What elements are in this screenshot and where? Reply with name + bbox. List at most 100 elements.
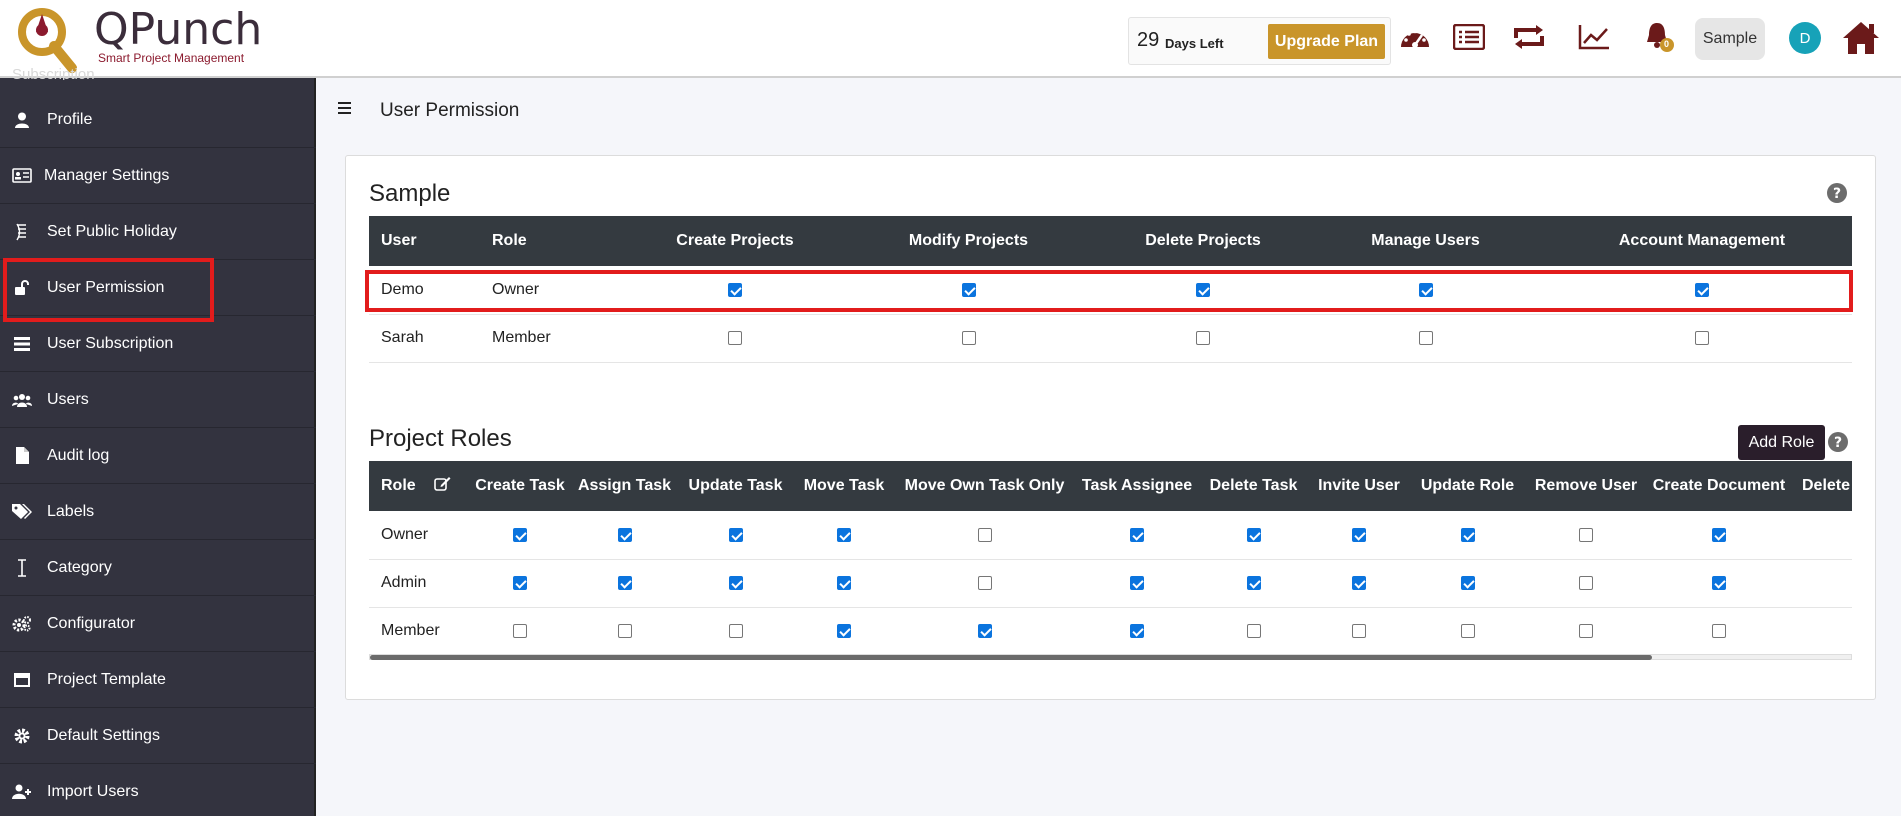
- column-header-role: Role: [369, 461, 469, 511]
- notification-bell-icon[interactable]: 0: [1641, 20, 1675, 54]
- sidebar-item-cut[interactable]: Subscription: [12, 66, 95, 80]
- hamburger-menu-icon[interactable]: [338, 101, 354, 117]
- task-list-icon[interactable]: [1452, 20, 1486, 54]
- column-header: Invite User: [1307, 461, 1411, 511]
- permission-checkbox[interactable]: [837, 575, 851, 590]
- permission-checkbox[interactable]: [1352, 575, 1366, 590]
- permission-cell: [1648, 511, 1790, 560]
- permission-checkbox[interactable]: [513, 623, 527, 638]
- gear-icon: [12, 726, 32, 746]
- permission-checkbox[interactable]: [1695, 330, 1709, 345]
- permission-checkbox[interactable]: [617, 575, 632, 590]
- permission-cell: [571, 559, 678, 608]
- permission-checkbox[interactable]: [837, 527, 851, 542]
- permission-checkbox[interactable]: [1579, 623, 1593, 638]
- permission-checkbox[interactable]: [1130, 527, 1144, 542]
- permission-checkbox[interactable]: [513, 575, 527, 590]
- sidebar-item-audit-log[interactable]: Audit log: [0, 428, 316, 484]
- permission-checkbox[interactable]: [728, 527, 743, 542]
- permission-checkbox[interactable]: [1352, 623, 1366, 638]
- permission-checkbox[interactable]: [1712, 623, 1726, 638]
- permission-checkbox[interactable]: [1130, 623, 1144, 638]
- permission-checkbox[interactable]: [1246, 575, 1261, 590]
- permission-checkbox[interactable]: [1352, 527, 1366, 542]
- sidebar-item-default-settings[interactable]: Default Settings: [0, 708, 316, 764]
- permission-checkbox[interactable]: [1246, 623, 1261, 638]
- sidebar-item-import-users[interactable]: Import Users: [0, 764, 316, 816]
- permission-cell: [1307, 607, 1411, 656]
- permission-checkbox[interactable]: [1460, 527, 1475, 542]
- sidebar-item-project-template[interactable]: Project Template: [0, 652, 316, 708]
- permission-cell: [1411, 511, 1524, 560]
- table-row: Admin: [369, 559, 1852, 608]
- qpunch-logo[interactable]: QPunch Smart Project Management: [14, 4, 262, 74]
- permission-checkbox[interactable]: [977, 575, 992, 590]
- sidebar-item-profile[interactable]: Profile: [0, 92, 316, 148]
- permission-checkbox[interactable]: [728, 575, 743, 590]
- permission-checkbox[interactable]: [1196, 330, 1210, 345]
- permission-checkbox[interactable]: [513, 527, 527, 542]
- days-left-number: 29: [1137, 29, 1160, 51]
- roles-table-scroll-area[interactable]: Role Create Task Assign Task Update Task…: [369, 461, 1852, 661]
- sync-icon[interactable]: [1512, 20, 1546, 54]
- permission-checkbox[interactable]: [728, 623, 743, 638]
- permission-cell: [1074, 607, 1200, 656]
- scrollbar-thumb[interactable]: [370, 655, 1652, 660]
- permission-checkbox[interactable]: [1712, 527, 1726, 542]
- sidebar-item-set-public-holiday[interactable]: Set Public Holiday: [0, 204, 316, 260]
- permission-checkbox[interactable]: [1418, 330, 1433, 345]
- sidebar-item-label: Category: [47, 558, 112, 576]
- workspace-selector-button[interactable]: Sample: [1695, 18, 1765, 60]
- home-icon[interactable]: [1841, 18, 1881, 58]
- permission-checkbox[interactable]: [1460, 575, 1475, 590]
- permission-checkbox[interactable]: [1460, 623, 1475, 638]
- id-card-icon: [12, 166, 32, 186]
- column-header: Assign Task: [571, 461, 678, 511]
- permission-cell: [895, 607, 1074, 656]
- horizontal-scrollbar[interactable]: [369, 654, 1852, 660]
- column-header: Role: [381, 477, 416, 495]
- column-header: Create Task: [469, 461, 571, 511]
- permission-checkbox[interactable]: [961, 330, 976, 345]
- text-cursor-icon: [12, 558, 32, 578]
- permission-cell: [1790, 607, 1852, 656]
- permission-checkbox[interactable]: [1130, 575, 1144, 590]
- column-header: Update Task: [678, 461, 793, 511]
- dashboard-icon[interactable]: [1398, 20, 1432, 54]
- permission-cell: [678, 607, 793, 656]
- sidebar-item-user-subscription[interactable]: User Subscription: [0, 316, 316, 372]
- sidebar-item-configurator[interactable]: Configurator: [0, 596, 316, 652]
- sidebar-item-labels[interactable]: Labels: [0, 484, 316, 540]
- permission-checkbox[interactable]: [977, 623, 992, 638]
- svg-text:?: ?: [1834, 435, 1842, 451]
- tags-icon: [12, 502, 32, 522]
- permission-checkbox[interactable]: [617, 623, 632, 638]
- permission-checkbox[interactable]: [1246, 527, 1261, 542]
- column-header: Update Role: [1411, 461, 1524, 511]
- permission-checkbox[interactable]: [837, 623, 851, 638]
- workspace-section-title: Sample: [369, 180, 451, 207]
- permission-checkbox[interactable]: [1579, 575, 1593, 590]
- settings-sidebar: Subscription Profile Manager Settings Se…: [0, 66, 316, 816]
- edit-icon[interactable]: [434, 476, 451, 496]
- permission-cell: [469, 607, 571, 656]
- upgrade-plan-button[interactable]: Upgrade Plan: [1268, 24, 1385, 59]
- analytics-chart-icon[interactable]: [1577, 20, 1611, 54]
- permission-cell: [1648, 607, 1790, 656]
- sidebar-item-manager-settings[interactable]: Manager Settings: [0, 148, 316, 204]
- help-icon[interactable]: ?: [1826, 182, 1848, 204]
- add-role-button[interactable]: Add Role: [1738, 425, 1825, 460]
- column-header: Modify Projects: [830, 216, 1107, 266]
- permission-checkbox[interactable]: [1579, 527, 1593, 542]
- permission-cell: [830, 314, 1107, 363]
- permission-checkbox[interactable]: [617, 527, 632, 542]
- permission-cell: [571, 607, 678, 656]
- help-icon[interactable]: ?: [1827, 431, 1849, 453]
- permission-checkbox[interactable]: [1712, 575, 1726, 590]
- permission-checkbox[interactable]: [728, 330, 742, 345]
- permission-checkbox[interactable]: [977, 527, 992, 542]
- sidebar-item-users[interactable]: Users: [0, 372, 316, 428]
- trial-days-box: 29 Days Left Upgrade Plan: [1128, 17, 1391, 65]
- sidebar-item-category[interactable]: Category: [0, 540, 316, 596]
- user-avatar[interactable]: D: [1789, 22, 1821, 54]
